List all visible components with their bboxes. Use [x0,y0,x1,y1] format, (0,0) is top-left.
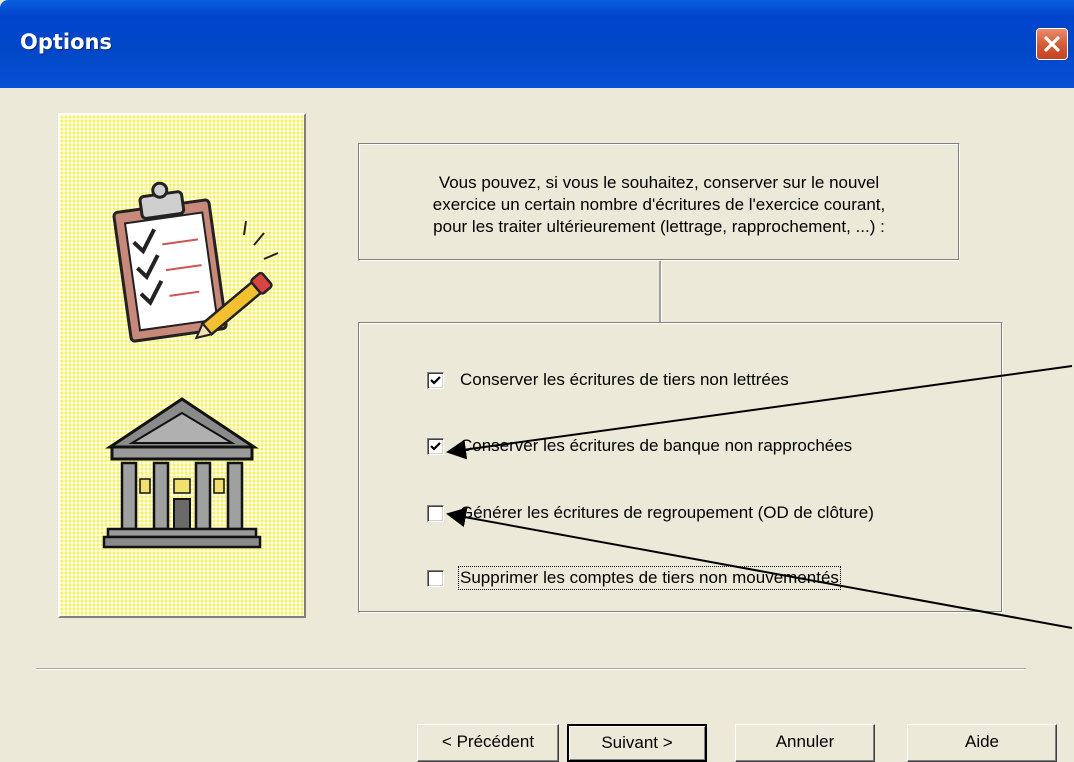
info-line-2: exercice un certain nombre d'écritures d… [432,195,886,214]
title-bar[interactable]: Options [0,0,1074,88]
window-title: Options [20,30,112,54]
option-keep-unreconciled-bank[interactable]: Conserver les écritures de banque non ra… [427,433,852,459]
option-delete-inactive-accounts[interactable]: Supprimer les comptes de tiers non mouve… [427,565,841,591]
option-label[interactable]: Supprimer les comptes de tiers non mouve… [458,566,841,590]
checkbox-keep-unmatched-third-party[interactable] [427,371,444,389]
illustration-panel [58,113,306,618]
checkbox-generate-grouping-entries[interactable] [427,504,444,522]
close-icon [1044,36,1060,52]
clipboard-checklist-icon [112,181,279,343]
checkbox-keep-unreconciled-bank[interactable] [427,437,444,455]
info-line-1: Vous pouvez, si vous le souhaitez, conse… [438,173,880,192]
help-button[interactable]: Aide [907,724,1057,762]
next-button[interactable]: Suivant > [567,724,707,762]
checkmark-icon [430,441,441,451]
cancel-button[interactable]: Annuler [735,724,875,762]
info-line-3: pour les traiter ultérieurement (lettrag… [433,217,885,236]
option-label[interactable]: Conserver les écritures de banque non ra… [460,436,852,456]
button-separator [36,668,1026,670]
close-button[interactable] [1036,28,1068,60]
previous-button[interactable]: < Précédent [417,724,559,762]
bank-building-icon [102,397,262,549]
info-text-box: Vous pouvez, si vous le souhaitez, conse… [358,143,960,261]
option-label[interactable]: Conserver les écritures de tiers non let… [460,370,789,390]
option-label[interactable]: Générer les écritures de regroupement (O… [460,503,874,523]
option-keep-unmatched-third-party[interactable]: Conserver les écritures de tiers non let… [427,367,789,393]
option-generate-grouping-entries[interactable]: Générer les écritures de regroupement (O… [427,500,874,526]
checkbox-delete-inactive-accounts[interactable] [427,569,444,587]
connector-line [659,261,662,323]
checkmark-icon [430,375,441,385]
